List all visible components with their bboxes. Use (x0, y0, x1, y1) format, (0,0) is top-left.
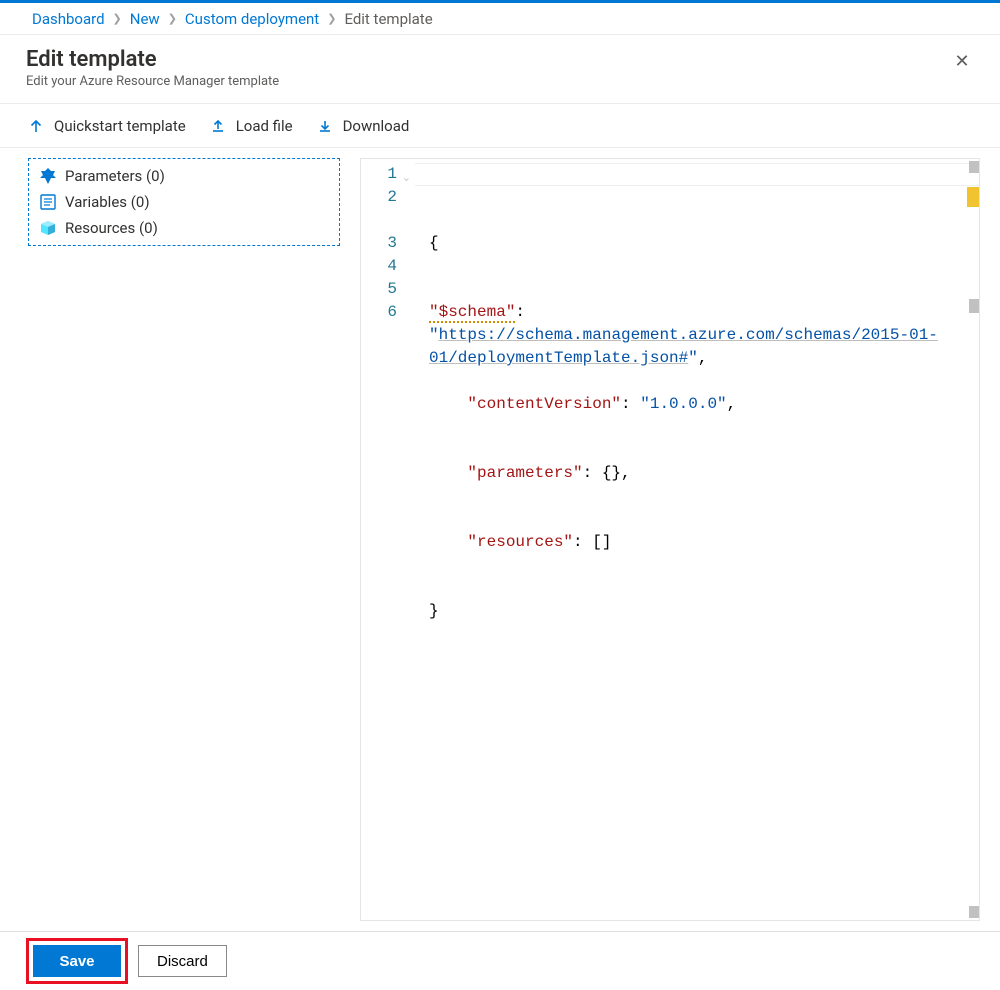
code-token: } (429, 602, 439, 620)
discard-button[interactable]: Discard (138, 945, 227, 977)
scroll-thumb-bottom[interactable] (969, 906, 979, 918)
upload-icon (210, 118, 226, 134)
code-key-contentversion: "contentVersion" (467, 395, 621, 413)
parameters-icon (39, 167, 57, 185)
code-editor[interactable]: 1⌄ 2 3 4 5 6 { "$schema": "https://schem… (360, 158, 980, 921)
code-parameters-value: {} (602, 464, 621, 482)
download-icon (317, 118, 333, 134)
quickstart-label: Quickstart template (54, 117, 186, 135)
breadcrumb: Dashboard ❯ New ❯ Custom deployment ❯ Ed… (0, 3, 1000, 35)
code-key-schema: "$schema" (429, 303, 515, 323)
tree-parameters-label: Parameters (0) (65, 167, 165, 185)
variables-icon (39, 193, 57, 211)
code-contentversion-value: "1.0.0.0" (640, 395, 726, 413)
active-line-highlight (415, 163, 979, 186)
editor-content[interactable]: { "$schema": "https://schema.management.… (415, 159, 979, 920)
breadcrumb-new[interactable]: New (130, 10, 160, 28)
code-token: { (429, 234, 439, 252)
page-title: Edit template (26, 47, 279, 72)
chevron-right-icon: ❯ (166, 12, 179, 25)
resources-icon (39, 219, 57, 237)
tree-resources[interactable]: Resources (0) (29, 215, 339, 241)
download-button[interactable]: Download (317, 117, 410, 135)
editor-warning-marker[interactable] (967, 187, 979, 207)
load-file-label: Load file (236, 117, 293, 135)
close-icon: ✕ (954, 51, 969, 72)
tree-parameters[interactable]: Parameters (0) (29, 163, 339, 189)
code-key-resources: "resources" (467, 533, 573, 551)
code-resources-value: [] (592, 533, 611, 551)
code-schema-url[interactable]: https://schema.management.azure.com/sche… (429, 326, 938, 367)
fold-icon[interactable]: ⌄ (402, 168, 411, 191)
breadcrumb-dashboard[interactable]: Dashboard (32, 10, 105, 28)
download-label: Download (343, 117, 410, 135)
arrow-up-icon (28, 118, 44, 134)
editor-gutter: 1⌄ 2 3 4 5 6 (361, 159, 415, 920)
close-button[interactable]: ✕ (948, 47, 976, 75)
tree-resources-label: Resources (0) (65, 219, 158, 237)
editor-scrollbar[interactable] (965, 159, 979, 920)
breadcrumb-custom-deployment[interactable]: Custom deployment (185, 10, 319, 28)
chevron-right-icon: ❯ (111, 12, 124, 25)
page-subtitle: Edit your Azure Resource Manager templat… (26, 74, 279, 89)
save-highlight-box: Save (26, 938, 128, 984)
scroll-thumb[interactable] (969, 299, 979, 313)
footer: Save Discard (0, 932, 1000, 990)
template-tree: Parameters (0) Variables (0) Resources (… (28, 158, 340, 246)
main-area: Parameters (0) Variables (0) Resources (… (0, 148, 1000, 932)
breadcrumb-edit-template: Edit template (344, 10, 432, 28)
tree-variables-label: Variables (0) (65, 193, 150, 211)
load-file-button[interactable]: Load file (210, 117, 293, 135)
save-button[interactable]: Save (33, 945, 121, 977)
code-key-parameters: "parameters" (467, 464, 582, 482)
titlebar: Edit template Edit your Azure Resource M… (0, 35, 1000, 104)
tree-variables[interactable]: Variables (0) (29, 189, 339, 215)
toolbar: Quickstart template Load file Download (0, 104, 1000, 148)
chevron-right-icon: ❯ (325, 12, 338, 25)
scroll-thumb-top[interactable] (969, 161, 979, 173)
quickstart-template-button[interactable]: Quickstart template (28, 117, 186, 135)
